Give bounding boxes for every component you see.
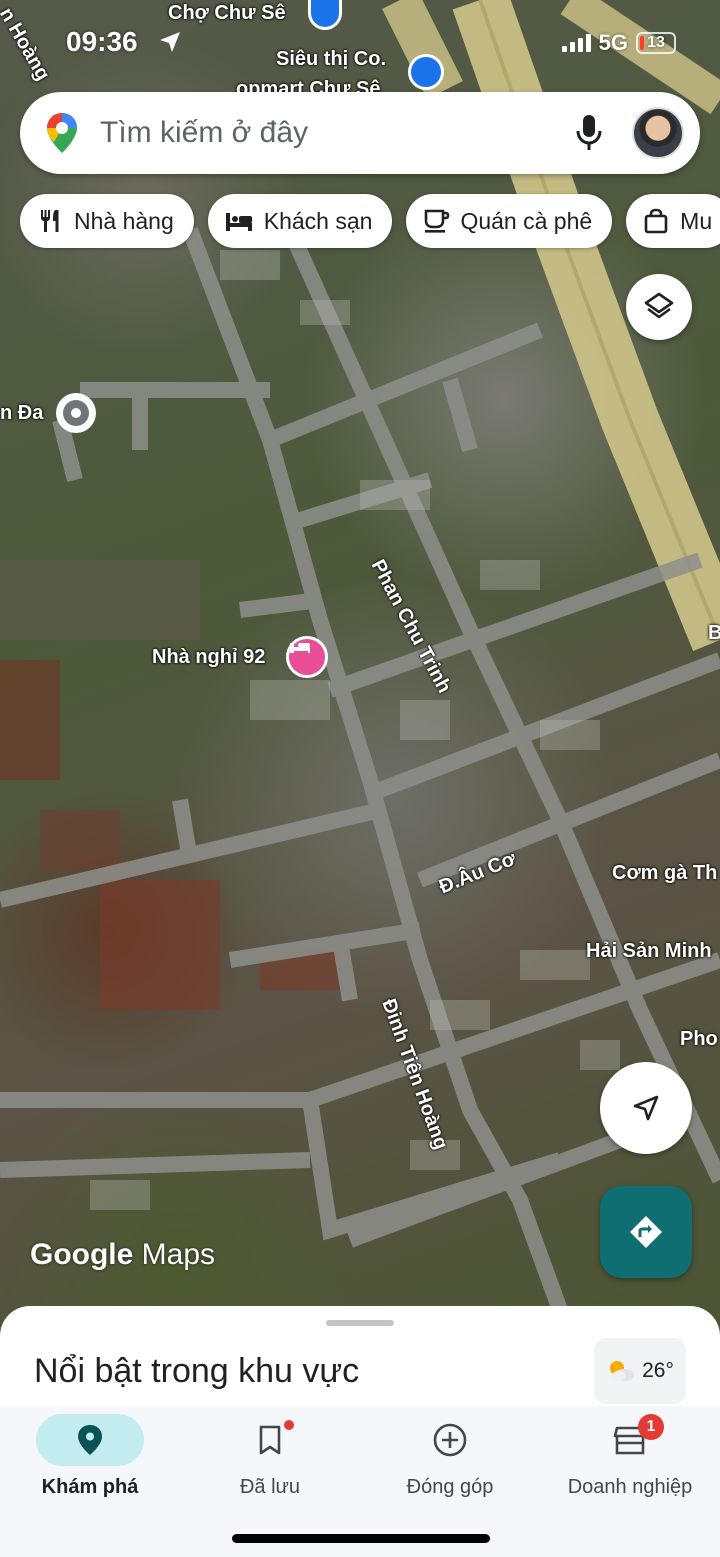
location-arrow-icon <box>160 32 180 52</box>
directions-button[interactable] <box>600 1186 692 1278</box>
layers-button[interactable] <box>626 274 692 340</box>
poi-label: Pho <box>680 1028 718 1050</box>
notification-dot <box>284 1420 294 1430</box>
layers-icon <box>644 292 674 319</box>
bookmark-icon <box>259 1425 281 1455</box>
signal-icon <box>561 34 591 52</box>
google-maps-pin-icon <box>47 113 77 153</box>
chip-label: Quán cà phê <box>460 207 593 234</box>
battery-icon: 13 <box>636 32 676 54</box>
temperature: 26° <box>642 1359 674 1382</box>
chip-label: Mu <box>680 207 713 234</box>
shop-pin-icon[interactable] <box>408 54 444 90</box>
coffee-icon <box>425 209 450 233</box>
microphone-icon[interactable] <box>574 113 604 153</box>
chip-shopping[interactable]: Mu <box>626 194 720 248</box>
home-indicator[interactable] <box>232 1534 490 1543</box>
chip-label: Nhà hàng <box>74 207 174 234</box>
nav-label: Đóng góp <box>406 1476 494 1498</box>
hotel-icon <box>225 213 252 231</box>
explore-sheet[interactable]: Nổi bật trong khu vực 26° <box>0 1306 720 1416</box>
chip-hotel[interactable]: Khách sạn <box>207 194 393 248</box>
chip-label: Khách sạn <box>263 207 373 234</box>
nav-icon-wrap: 1 <box>576 1414 684 1466</box>
poi-label: Chợ Chư Sê <box>168 2 286 24</box>
network-type: 5G <box>598 30 628 55</box>
category-chips: Nhà hàng Khách sạn Quán cà phê Mu <box>20 194 720 248</box>
sheet-drag-handle[interactable] <box>326 1320 394 1326</box>
poi-label: Siêu thị Co. <box>276 48 386 70</box>
google-maps-logo: Google Maps <box>30 1238 215 1272</box>
nav-label: Khám phá <box>41 1476 139 1498</box>
nav-saved[interactable]: Đã lưu <box>180 1414 360 1499</box>
poi-label: B <box>708 622 720 644</box>
status-time: 09:36 <box>66 26 138 57</box>
battery-level: 13 <box>647 34 665 51</box>
status-indicators: 5G 13 <box>561 30 676 56</box>
directions-icon <box>630 1216 662 1248</box>
my-location-button[interactable] <box>600 1062 692 1154</box>
poi-label: Cơm gà Th <box>612 862 718 884</box>
poi-label: Nhà nghỉ 92 <box>152 646 266 668</box>
nav-contribute[interactable]: Đóng góp <box>360 1414 540 1499</box>
nav-icon-wrap <box>396 1414 504 1466</box>
shopping-icon <box>644 208 668 234</box>
chip-restaurant[interactable]: Nhà hàng <box>20 194 194 248</box>
sheet-title: Nổi bật trong khu vực <box>34 1352 360 1390</box>
nav-explore[interactable]: Khám phá <box>0 1414 180 1499</box>
navigation-arrow-icon <box>633 1095 659 1121</box>
chip-coffee[interactable]: Quán cà phê <box>406 194 613 248</box>
hotel-pin-icon[interactable] <box>286 636 328 678</box>
poi-nha-nghi-92[interactable]: Nhà nghỉ 92 <box>152 646 265 669</box>
nav-icon-wrap <box>216 1414 324 1466</box>
avatar[interactable] <box>632 107 684 159</box>
notification-badge: 1 <box>638 1414 664 1440</box>
poi-label: Hải Sản Minh <box>586 940 712 962</box>
nav-label: Doanh nghiệp <box>567 1476 693 1498</box>
location-pin-icon <box>78 1425 102 1455</box>
weather-badge[interactable]: 26° <box>594 1338 686 1404</box>
add-circle-icon <box>433 1423 467 1457</box>
brand-bold: Google <box>30 1238 134 1271</box>
search-input[interactable]: Tìm kiếm ở đây <box>100 116 574 150</box>
search-bar[interactable]: Tìm kiếm ở đây <box>20 92 700 174</box>
restaurant-icon <box>41 210 59 232</box>
brand-rest: Maps <box>133 1238 216 1271</box>
poi-label: n Đa <box>0 402 44 424</box>
partly-cloudy-icon <box>610 1361 635 1381</box>
nav-business[interactable]: 1 Doanh nghiệp <box>540 1414 720 1499</box>
nav-label: Đã lưu <box>239 1476 301 1498</box>
nav-icon-wrap <box>36 1414 144 1466</box>
poi-cho-chu-se[interactable]: Chợ Chư Sê <box>168 2 286 25</box>
